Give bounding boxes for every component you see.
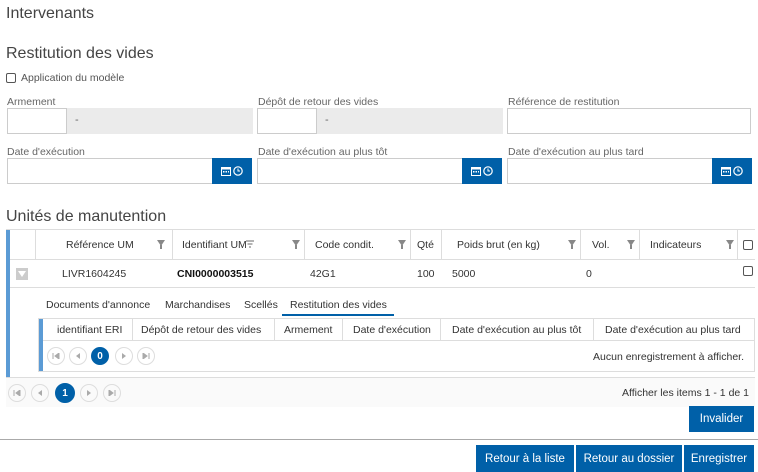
date-exec-tot-label: Date d'exécution au plus tôt [258, 146, 388, 158]
um-header-row: Référence UM Identifiant UM Code condit.… [10, 230, 755, 260]
restitution-title: Restitution des vides [6, 45, 154, 62]
invalider-button[interactable]: Invalider [689, 406, 754, 432]
last-page-icon [108, 390, 116, 396]
tab-scelles[interactable]: Scellés [244, 294, 278, 316]
depot-readonly: - [317, 108, 503, 134]
date-exec-input[interactable] [7, 158, 213, 184]
armement-input[interactable] [7, 108, 67, 134]
caret-down-icon [18, 271, 26, 277]
subcol-date-exec-tot[interactable]: Date d'exécution au plus tôt [452, 319, 581, 341]
next-page-icon [122, 353, 126, 359]
depot-label: Dépôt de retour des vides [258, 96, 379, 108]
retour-liste-button[interactable]: Retour à la liste [476, 445, 574, 472]
calendar-icon [221, 167, 231, 176]
reference-label: Référence de restitution [508, 96, 620, 108]
sub-empty-message: Aucun enregistrement à afficher. [593, 351, 744, 363]
clock-icon [233, 166, 243, 176]
page-title: Intervenants [6, 5, 95, 22]
col-indicateurs[interactable]: Indicateurs [650, 230, 701, 260]
restitution-sub-grid: identifiant ERI Dépôt de retour des vide… [38, 318, 755, 372]
last-page-icon [142, 353, 150, 359]
footer-divider [0, 439, 758, 440]
cell-code-condit: 42G1 [310, 268, 336, 280]
apply-model-label: Application du modèle [21, 72, 125, 84]
calendar-icon [471, 167, 481, 176]
date-exec-tard-input[interactable] [507, 158, 713, 184]
date-exec-picker-button[interactable] [212, 158, 252, 184]
col-vol[interactable]: Vol. [592, 230, 610, 260]
um-grid: Référence UM Identifiant UM Code condit.… [6, 229, 755, 407]
current-page[interactable]: 1 [55, 383, 75, 403]
retour-dossier-button[interactable]: Retour au dossier [576, 445, 682, 472]
filter-icon[interactable] [292, 240, 300, 249]
tab-documents-annonce[interactable]: Documents d'annonce [46, 294, 150, 316]
subcol-identifiant-eri[interactable]: identifiant ERI [57, 319, 122, 341]
um-title: Unités de manutention [6, 208, 167, 225]
sub-last-page-button[interactable] [137, 347, 155, 365]
um-pager: 1 Afficher les items 1 - 1 de 1 [6, 377, 755, 407]
subcol-date-exec[interactable]: Date d'exécution [353, 319, 431, 341]
detail-tabs: Documents d'annonce Marchandises Scellés… [38, 294, 755, 316]
subcol-date-exec-tard[interactable]: Date d'exécution au plus tard [605, 319, 741, 341]
col-code-condit[interactable]: Code condit. [315, 230, 374, 260]
sub-next-page-button[interactable] [115, 347, 133, 365]
select-all-checkbox[interactable] [743, 240, 753, 250]
items-info: Afficher les items 1 - 1 de 1 [621, 387, 749, 399]
date-exec-label: Date d'exécution [7, 146, 85, 158]
col-poids-brut[interactable]: Poids brut (en kg) [457, 230, 540, 260]
depot-input[interactable] [257, 108, 317, 134]
first-page-icon [13, 390, 21, 396]
row-detail: Documents d'annonce Marchandises Scellés… [10, 288, 755, 378]
collapse-row-button[interactable] [16, 268, 28, 280]
sub-prev-page-button[interactable] [69, 347, 87, 365]
apply-model-checkbox[interactable] [6, 73, 16, 83]
col-identifiant-um[interactable]: Identifiant UM [182, 230, 247, 260]
prev-page-icon [76, 353, 80, 359]
last-page-button[interactable] [103, 384, 121, 402]
filter-icon[interactable] [157, 240, 165, 249]
subcol-depot-retour[interactable]: Dépôt de retour des vides [141, 319, 261, 341]
date-exec-tot-input[interactable] [257, 158, 463, 184]
armement-label: Armement [7, 96, 56, 108]
first-page-button[interactable] [8, 384, 26, 402]
filter-icon[interactable] [398, 240, 406, 249]
calendar-icon [721, 167, 731, 176]
enregistrer-button[interactable]: Enregistrer [684, 445, 754, 472]
date-exec-tard-picker-button[interactable] [712, 158, 752, 184]
cell-qte: 100 [417, 268, 435, 280]
prev-page-icon [38, 390, 42, 396]
filter-icon[interactable] [627, 240, 635, 249]
row-select-checkbox[interactable] [743, 266, 753, 276]
apply-model-option: Application du modèle [6, 72, 124, 84]
cell-reference-um: LIVR1604245 [62, 268, 127, 280]
date-exec-tard-label: Date d'exécution au plus tard [508, 146, 644, 158]
clock-icon [483, 166, 493, 176]
prev-page-button[interactable] [31, 384, 49, 402]
sub-header-row: identifiant ERI Dépôt de retour des vide… [43, 319, 754, 341]
sort-icon [246, 240, 254, 248]
clock-icon [733, 166, 743, 176]
next-page-button[interactable] [80, 384, 98, 402]
subcol-armement[interactable]: Armement [284, 319, 332, 341]
col-reference-um[interactable]: Référence UM [66, 230, 134, 260]
sub-current-page[interactable]: 0 [91, 347, 109, 365]
cell-poids: 5000 [452, 268, 476, 280]
cell-identifiant-um: CNI0000003515 [177, 268, 254, 280]
col-qte[interactable]: Qté [417, 230, 434, 260]
sub-first-page-button[interactable] [47, 347, 65, 365]
armement-readonly: - [67, 108, 253, 134]
cell-vol: 0 [586, 268, 592, 280]
first-page-icon [52, 353, 60, 359]
table-row[interactable]: LIVR1604245 CNI0000003515 42G1 100 5000 … [10, 260, 755, 288]
date-exec-tot-picker-button[interactable] [462, 158, 502, 184]
filter-icon[interactable] [568, 240, 576, 249]
reference-input[interactable] [507, 108, 751, 134]
filter-icon[interactable] [726, 240, 734, 249]
tab-marchandises[interactable]: Marchandises [165, 294, 230, 316]
next-page-icon [87, 390, 91, 396]
tab-restitution-vides[interactable]: Restitution des vides [282, 294, 394, 316]
